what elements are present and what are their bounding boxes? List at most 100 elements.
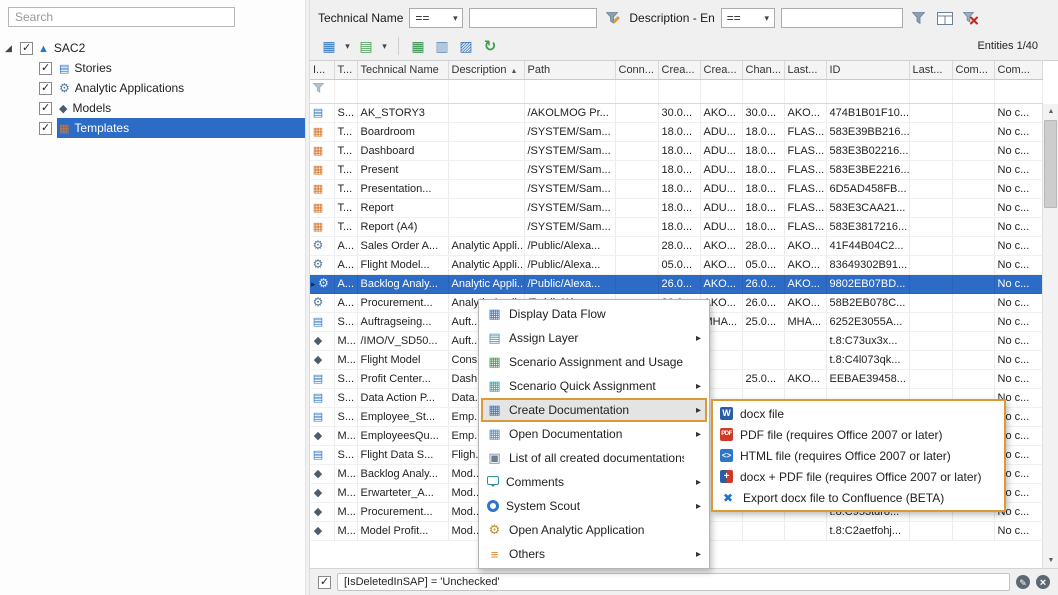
- col-com-1[interactable]: Com...: [952, 61, 994, 79]
- submenu-item[interactable]: PDF file (requires Office 2007 or later): [715, 424, 1002, 445]
- menu-item-label: Create Documentation: [509, 403, 684, 417]
- tree-item-checkbox[interactable]: [39, 102, 52, 115]
- menu-item[interactable]: Scenario Assignment and Usage: [481, 350, 707, 374]
- cell-com-1: [952, 198, 994, 217]
- filter-cell[interactable]: [909, 79, 952, 103]
- col-path[interactable]: Path: [524, 61, 615, 79]
- menu-item[interactable]: Open Documentation: [481, 422, 707, 446]
- col-technical-name[interactable]: Technical Name: [357, 61, 448, 79]
- col-com-2[interactable]: Com...: [994, 61, 1042, 79]
- col-id[interactable]: ID: [826, 61, 909, 79]
- documentation-options-dropdown[interactable]: [379, 35, 390, 57]
- cell-com-1: [952, 236, 994, 255]
- table-row[interactable]: A... Backlog Analy... Analytic Appli... …: [310, 274, 1042, 293]
- tree-item[interactable]: Templates: [0, 118, 305, 138]
- filter-cell[interactable]: [658, 79, 700, 103]
- export-table-button[interactable]: [455, 35, 477, 57]
- filter-cell[interactable]: [994, 79, 1042, 103]
- filter-expression-field[interactable]: [IsDeletedInSAP] = 'Unchecked': [337, 573, 1010, 591]
- documentation-options-button[interactable]: [355, 35, 377, 57]
- create-documentation-dropdown[interactable]: [342, 35, 353, 57]
- col-icon[interactable]: I...: [310, 61, 334, 79]
- col-created-by[interactable]: Crea...: [700, 61, 742, 79]
- description-operator-select[interactable]: ==: [721, 8, 775, 28]
- tree-item-selection-area[interactable]: Templates: [57, 118, 305, 138]
- scrollbar-thumb[interactable]: [1044, 120, 1057, 208]
- cell-type: S...: [334, 388, 357, 407]
- copy-table-button[interactable]: [431, 35, 453, 57]
- menu-item[interactable]: Scenario Quick Assignment: [481, 374, 707, 398]
- filter-panel-icon[interactable]: [935, 8, 955, 28]
- tree-item-checkbox[interactable]: [39, 62, 52, 75]
- submenu-item[interactable]: HTML file (requires Office 2007 or later…: [715, 445, 1002, 466]
- menu-item[interactable]: Others: [481, 542, 707, 566]
- filter-cell[interactable]: [357, 79, 448, 103]
- table-row[interactable]: A... Sales Order A... Analytic Appli... …: [310, 236, 1042, 255]
- submenu-item[interactable]: docx file: [715, 403, 1002, 424]
- table-row[interactable]: T... Boardroom /SYSTEM/Sam... 18.0... AD…: [310, 122, 1042, 141]
- tree-item[interactable]: Models: [0, 98, 305, 118]
- filter-cell[interactable]: [826, 79, 909, 103]
- menu-item[interactable]: List of all created documentations: [481, 446, 707, 470]
- tree-item-selection-area[interactable]: Analytic Applications: [57, 78, 305, 98]
- table-row[interactable]: A... Flight Model... Analytic Appli... /…: [310, 255, 1042, 274]
- menu-item[interactable]: Display Data Flow: [481, 302, 707, 326]
- col-connection[interactable]: Conn...: [615, 61, 658, 79]
- cell-last-changed-by: FLAS...: [784, 141, 826, 160]
- tree-item-selection-area[interactable]: Models: [57, 98, 305, 118]
- menu-item[interactable]: Assign Layer: [481, 326, 707, 350]
- scroll-down-button[interactable]: [1043, 553, 1058, 568]
- tree-item-selection-area[interactable]: Stories: [57, 58, 305, 78]
- menu-item[interactable]: System Scout: [481, 494, 707, 518]
- submenu-item[interactable]: Export docx file to Confluence (BETA): [715, 487, 1002, 508]
- vertical-scrollbar[interactable]: [1042, 104, 1058, 568]
- status-filter-checkbox[interactable]: [318, 576, 331, 589]
- funnel-edit-icon[interactable]: [603, 8, 623, 28]
- close-filter-button[interactable]: [1036, 575, 1050, 589]
- table-row[interactable]: T... Presentation... /SYSTEM/Sam... 18.0…: [310, 179, 1042, 198]
- menu-item[interactable]: Comments: [481, 470, 707, 494]
- table-row[interactable]: T... Report /SYSTEM/Sam... 18.0... ADU..…: [310, 198, 1042, 217]
- submenu-item[interactable]: docx + PDF file (requires Office 2007 or…: [715, 466, 1002, 487]
- tree-item[interactable]: Analytic Applications: [0, 78, 305, 98]
- table-row[interactable]: T... Dashboard /SYSTEM/Sam... 18.0... AD…: [310, 141, 1042, 160]
- col-created[interactable]: Crea...: [658, 61, 700, 79]
- clear-filter-icon[interactable]: [961, 8, 981, 28]
- col-last[interactable]: Last...: [909, 61, 952, 79]
- export-excel-button[interactable]: [407, 35, 429, 57]
- table-row[interactable]: S... AK_STORY3 /AKOLMOG Pr... 30.0... AK…: [310, 103, 1042, 122]
- filter-cell[interactable]: [952, 79, 994, 103]
- filter-cell[interactable]: [524, 79, 615, 103]
- refresh-button[interactable]: [479, 35, 501, 57]
- table-row[interactable]: T... Present /SYSTEM/Sam... 18.0... ADU.…: [310, 160, 1042, 179]
- tree-root-checkbox[interactable]: [20, 42, 33, 55]
- story-icon: [311, 374, 325, 385]
- description-filter-input[interactable]: [781, 8, 903, 28]
- filter-cell[interactable]: [615, 79, 658, 103]
- funnel-icon[interactable]: [909, 8, 929, 28]
- tree-item-checkbox[interactable]: [39, 122, 52, 135]
- scroll-up-button[interactable]: [1043, 104, 1058, 119]
- search-input[interactable]: [8, 7, 235, 27]
- col-changed[interactable]: Chan...: [742, 61, 784, 79]
- tree-root-sac2[interactable]: SAC2: [0, 38, 305, 58]
- filter-funnel-icon[interactable]: [310, 79, 334, 103]
- expander-icon[interactable]: [5, 44, 15, 53]
- filter-cell[interactable]: [784, 79, 826, 103]
- col-description[interactable]: Description: [448, 61, 524, 79]
- tree-item[interactable]: Stories: [0, 58, 305, 78]
- filter-cell[interactable]: [700, 79, 742, 103]
- technical-name-operator-select[interactable]: ==: [409, 8, 463, 28]
- menu-item[interactable]: Open Analytic Application: [481, 518, 707, 542]
- technical-name-filter-input[interactable]: [469, 8, 597, 28]
- edit-filter-button[interactable]: [1016, 575, 1030, 589]
- filter-cell[interactable]: [742, 79, 784, 103]
- col-last-changed-by[interactable]: Last...: [784, 61, 826, 79]
- menu-item[interactable]: Create Documentation: [481, 398, 707, 422]
- filter-cell[interactable]: [334, 79, 357, 103]
- filter-cell[interactable]: [448, 79, 524, 103]
- create-documentation-toolbar-button[interactable]: [318, 35, 340, 57]
- col-type[interactable]: T...: [334, 61, 357, 79]
- tree-item-checkbox[interactable]: [39, 82, 52, 95]
- table-row[interactable]: T... Report (A4) /SYSTEM/Sam... 18.0... …: [310, 217, 1042, 236]
